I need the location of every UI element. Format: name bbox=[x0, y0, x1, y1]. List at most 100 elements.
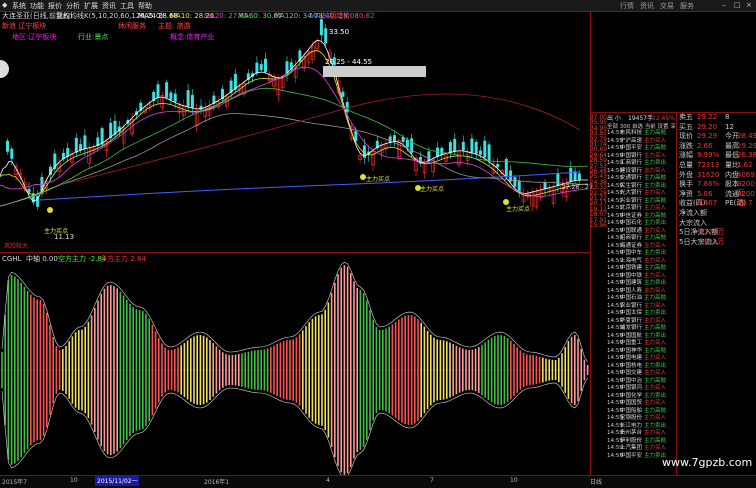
menu-right-info[interactable]: 资讯 bbox=[640, 1, 654, 11]
menu-right-quote[interactable]: 行情 bbox=[620, 1, 634, 11]
tape-row[interactable]: 14:59光大银行 主力买入 bbox=[607, 190, 675, 196]
tape-row[interactable]: 14:59中国建筑 主力卖出 bbox=[607, 280, 675, 286]
tape-time: 14:59 bbox=[607, 302, 623, 309]
tape-action: 主力买入 bbox=[644, 445, 667, 451]
tape-header-volume: 19457手 bbox=[628, 115, 654, 122]
tape-row[interactable]: 14:59建设银行 主力买入 bbox=[607, 168, 675, 174]
tape-row[interactable]: 14:59浦发银行 主力高抛 bbox=[607, 325, 675, 331]
tape-row[interactable]: 14:59中国中车 主力卖出 bbox=[607, 250, 675, 256]
quote-row: 涨幅 9.99% 最低 26.38 bbox=[677, 151, 756, 160]
tape-row[interactable]: 14:59中国铁建 主力高抛 bbox=[607, 265, 675, 271]
tape-action: 主力买入 bbox=[644, 257, 667, 264]
tape-row[interactable]: 14:59上汽集团 主力买入 bbox=[607, 445, 675, 451]
candle-down bbox=[517, 181, 521, 193]
tape-row[interactable]: 14:59中国核电 主力卖出 bbox=[607, 363, 675, 369]
tape-row[interactable]: 14:59农业银行 主力买入 bbox=[607, 303, 675, 309]
tape-row[interactable]: 14:59中国交建 主力买入 bbox=[607, 370, 675, 376]
buy-point-4: 主力买点 bbox=[506, 206, 531, 213]
tape-row[interactable]: 14:59中国重工 主力买入 bbox=[607, 340, 675, 346]
tape-time: 14:59 bbox=[607, 205, 623, 211]
tape-row[interactable]: 14:59中国平安 主力高抛 bbox=[607, 145, 675, 151]
tape-row[interactable]: 14:59中国人寿 主力买入 bbox=[607, 288, 675, 294]
sub-axis-value: 中轴 0.00 bbox=[26, 255, 58, 263]
tape-row[interactable]: 14:59中国太保 主力卖出 bbox=[607, 310, 675, 316]
tape-action: 主力买入 bbox=[644, 317, 667, 324]
quote-row: 5日大宗流入 -1832万 bbox=[677, 238, 756, 247]
tape-time: 14:59 bbox=[607, 257, 623, 264]
tape-row[interactable]: 14:59中国电建 主力买入 bbox=[607, 355, 675, 361]
menu-right-trade[interactable]: 交易 bbox=[660, 1, 674, 11]
quote-row: 买五 29.20 12 bbox=[677, 123, 756, 132]
quote-v2: 8 bbox=[725, 113, 730, 121]
candle-down bbox=[156, 84, 160, 98]
candle-down bbox=[577, 173, 581, 180]
tape-row[interactable]: 14:59长江电力 主力卖出 bbox=[607, 423, 675, 429]
tape-row[interactable]: 14:59华夏银行 主力买入 bbox=[607, 318, 675, 324]
tape-stock: 宝钢股份 bbox=[620, 415, 643, 421]
tape-action: 主力买入 bbox=[644, 152, 667, 159]
date-cursor-box: 2015/11/02一 bbox=[95, 476, 139, 486]
quote-v1: 7.86% bbox=[697, 180, 720, 189]
tape-row[interactable]: 14:59中国神华 主力高抛 bbox=[607, 348, 675, 354]
tape-row[interactable]: 14:59贵州茅台 主力买入 bbox=[607, 430, 675, 436]
tape-row[interactable]: 14:59北京银行 主力买入 bbox=[607, 205, 675, 211]
tape-action: 主力买入 bbox=[644, 167, 667, 174]
tape-row[interactable]: 14:59中国联通 主力买入 bbox=[607, 228, 675, 234]
tape-row[interactable]: 14:59上海电气 主力买入 bbox=[607, 258, 675, 264]
tape-stock: 中国交建 bbox=[620, 370, 643, 376]
sub-indicator-name[interactable]: CGHL bbox=[2, 255, 21, 264]
upper-envelope bbox=[1, 261, 588, 363]
tape-row[interactable]: 14:59中国银河 主力买入 bbox=[607, 385, 675, 391]
tape-time: 14:59 bbox=[607, 310, 623, 316]
tape-time: 14:59 bbox=[607, 325, 623, 331]
menu-right-service[interactable]: 服务 bbox=[680, 1, 694, 11]
tape-stock: 中国平安 bbox=[620, 452, 643, 459]
close-icon[interactable]: × bbox=[746, 1, 752, 9]
tape-row[interactable]: 14:59招商银行 主力高抛 bbox=[607, 235, 675, 241]
lower-envelope bbox=[1, 377, 588, 475]
tape-time: 14:59 bbox=[607, 392, 623, 399]
candle-down bbox=[264, 58, 267, 72]
tape-action: 主力买入 bbox=[644, 227, 667, 234]
tape-row[interactable]: 14:59交通银行 主力高抛 bbox=[607, 175, 675, 181]
tape-row[interactable]: 14:59伊利股份 主力高抛 bbox=[607, 438, 675, 444]
tape-time: 14:59 bbox=[607, 437, 623, 444]
tape-row[interactable]: 14:59中国石化 主力卖出 bbox=[607, 220, 675, 226]
quote-v1: 72313 bbox=[697, 161, 720, 169]
tape-row[interactable]: 14:59兴业银行 主力高抛 bbox=[607, 198, 675, 204]
tape-stock: 中国中冶 bbox=[620, 377, 643, 384]
minimize-icon[interactable]: – bbox=[722, 1, 726, 9]
tape-row[interactable]: 14:59中国船舶 主力高抛 bbox=[607, 408, 675, 414]
tape-row[interactable]: 14:59宁沪高速 主力买入 bbox=[607, 138, 675, 144]
tape-row[interactable]: 14:59中国中冶 主力高抛 bbox=[607, 378, 675, 384]
quote-row: 大宗流入 bbox=[677, 219, 756, 228]
tape-action: 主力买入 bbox=[644, 272, 667, 279]
candle-down bbox=[255, 62, 259, 74]
maximize-icon[interactable]: □ bbox=[734, 1, 741, 9]
quote-v1: 2.66 bbox=[697, 141, 713, 150]
tape-row[interactable]: 14:59中国国航 主力卖出 bbox=[607, 333, 675, 339]
tape-row[interactable]: 14:59工商银行 主力卖出 bbox=[607, 160, 675, 166]
tape-row[interactable]: 14:59海通证券 主力买入 bbox=[607, 243, 675, 249]
tape-action: 主力高抛 bbox=[644, 295, 667, 301]
kline-chart[interactable] bbox=[0, 0, 590, 475]
tape-row[interactable]: 14:59中国国贸 主力买入 bbox=[607, 400, 675, 406]
tape-stock: 中国船舶 bbox=[620, 407, 643, 414]
tape-row[interactable]: 14:59中国石油 主力高抛 bbox=[607, 295, 675, 301]
tape-time: 14:59 bbox=[607, 152, 623, 159]
quote-row: 卖五 29.22 8 bbox=[677, 113, 756, 122]
tape-row[interactable]: 14:59中国化学 主力卖出 bbox=[607, 393, 675, 399]
tape-row[interactable]: 14:59民生银行 主力卖出 bbox=[607, 183, 675, 189]
tape-row[interactable]: 14:59中国中铁 主力买入 bbox=[607, 273, 675, 279]
quote-row: 总量 72313 量比 1.62 bbox=[677, 161, 756, 170]
quote-k: 换手 bbox=[679, 180, 693, 189]
candle-down bbox=[169, 92, 173, 100]
tape-stock: 工商银行 bbox=[620, 160, 643, 166]
tape-row[interactable]: 14:59东风科技 主力高抛 bbox=[607, 130, 675, 136]
tape-row[interactable]: 14:59中国银行 主力买入 bbox=[607, 153, 675, 159]
tape-row[interactable]: 14:59宝钢股份 主力买入 bbox=[607, 415, 675, 421]
tape-row[interactable]: 14:59中信证券 主力高抛 bbox=[607, 213, 675, 219]
candle-down bbox=[173, 93, 177, 102]
candle-down bbox=[324, 28, 328, 44]
date-tick[interactable]: 日线 bbox=[590, 477, 602, 486]
